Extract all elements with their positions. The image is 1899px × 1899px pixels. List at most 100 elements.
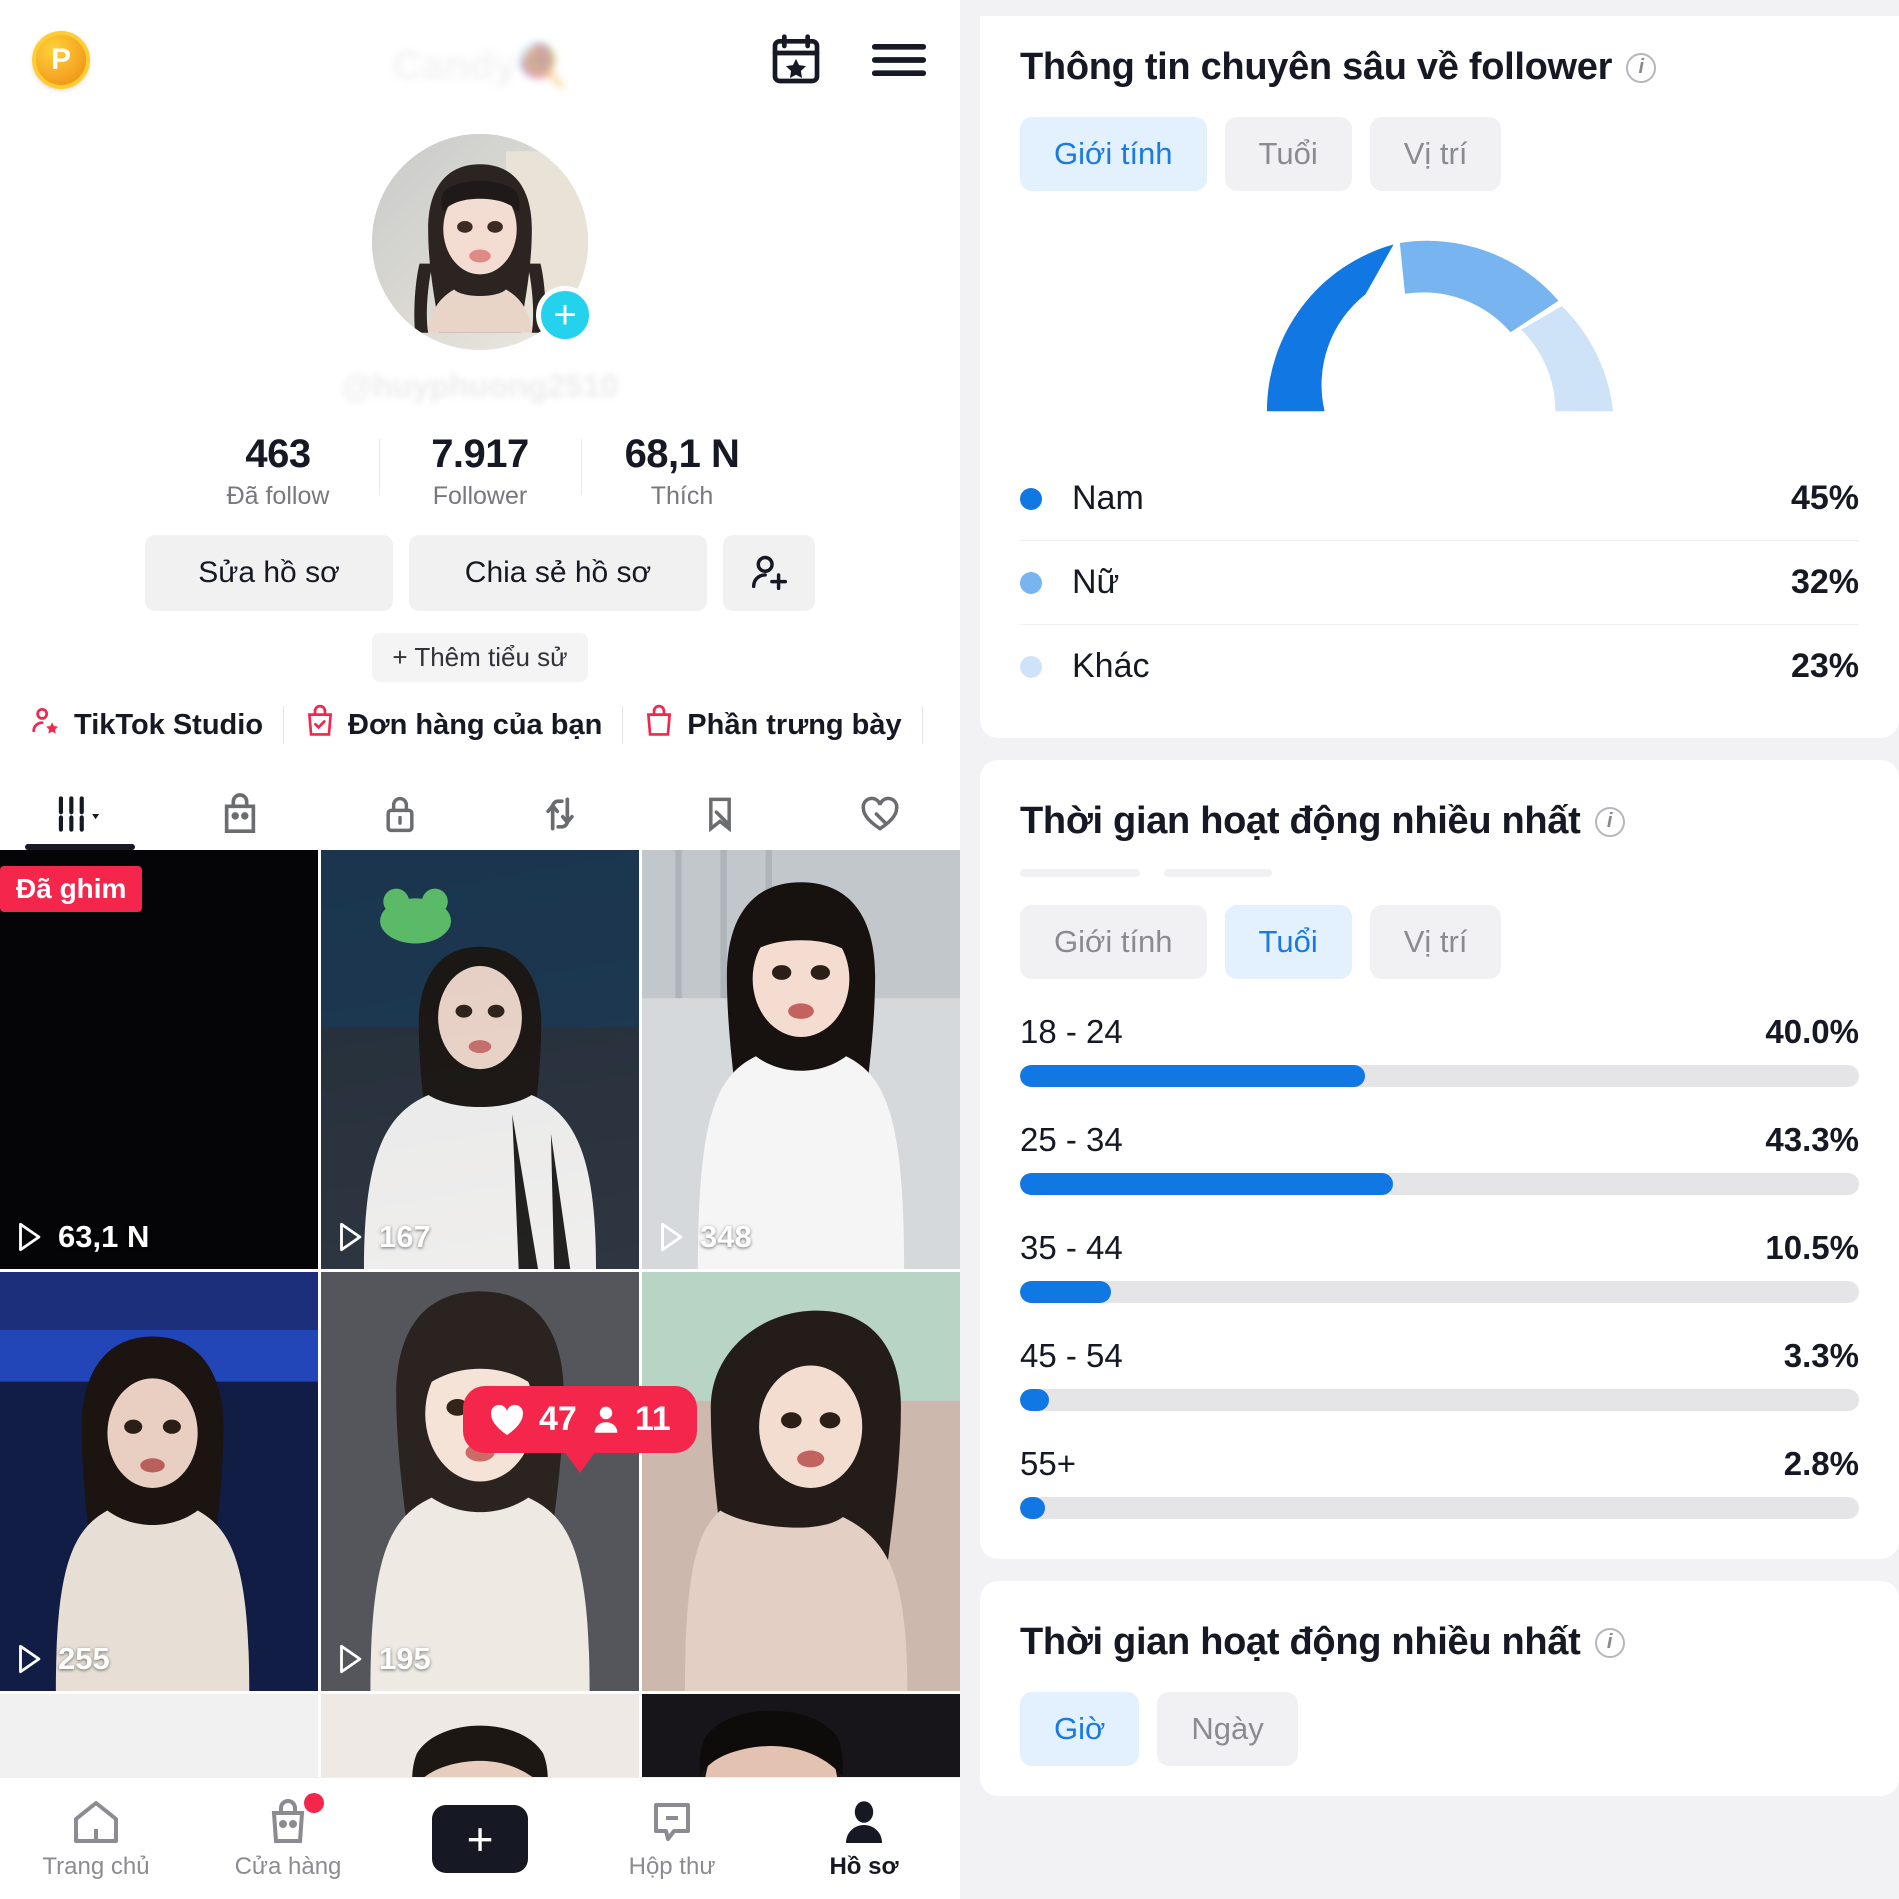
bar-track	[1020, 1173, 1859, 1195]
nav-label: Hồ sơ	[829, 1852, 899, 1880]
edit-profile-button[interactable]: Sửa hồ sơ	[145, 535, 393, 612]
tab-location[interactable]: Vị trí	[1369, 905, 1502, 979]
video-cell[interactable]: 255	[0, 1272, 318, 1692]
legend-label: Nữ	[1072, 563, 1120, 601]
info-icon[interactable]: i	[1594, 1627, 1625, 1658]
calendar-star-icon[interactable]	[768, 32, 824, 88]
gauge-segment-nam	[1266, 244, 1394, 412]
info-icon[interactable]: i	[1626, 52, 1657, 83]
tab-private[interactable]	[320, 778, 480, 850]
add-friend-button[interactable]	[723, 535, 815, 612]
bar-header: 35 - 44 10.5%	[1020, 1229, 1859, 1267]
tab-age[interactable]: Tuổi	[1224, 905, 1352, 979]
tab-hour[interactable]: Giờ	[1020, 1692, 1140, 1766]
nav-item-inbox[interactable]: Hộp thư	[576, 1797, 768, 1881]
shortcut-divider	[622, 706, 624, 745]
bar-header: 45 - 54 3.3%	[1020, 1337, 1859, 1375]
card-title-text: Thông tin chuyên sâu về follower	[1020, 46, 1613, 88]
create-plus-icon[interactable]: +	[424, 1804, 536, 1873]
most-active-age-card: Thời gian hoạt động nhiều nhất i Giới tí…	[980, 760, 1899, 1559]
video-cell[interactable]: 195	[321, 1272, 639, 1692]
video-views: 63,1 N	[14, 1219, 149, 1255]
shortcut-tiktok-studio[interactable]: TikTok Studio	[28, 704, 263, 746]
nav-item-create[interactable]: +	[384, 1804, 576, 1873]
avatar[interactable]: +	[372, 134, 594, 350]
tab-repost[interactable]	[480, 778, 640, 850]
card-title: Thời gian hoạt động nhiều nhất i	[1020, 1621, 1859, 1664]
video-cell[interactable]	[642, 1272, 960, 1692]
legend-item-khac: Khác 23%	[1020, 625, 1859, 708]
profile-action-buttons: Sửa hồ sơ Chia sẻ hồ sơ	[0, 535, 960, 612]
gender-gauge-chart	[1020, 219, 1859, 419]
menu-hamburger-icon[interactable]	[870, 38, 928, 82]
age-distribution-chart: 18 - 24 40.0% 25 - 34 43.3% 35 - 44 10.5…	[1020, 1013, 1859, 1519]
tab-location[interactable]: Vị trí	[1369, 117, 1502, 191]
info-icon[interactable]: i	[1594, 806, 1625, 837]
shortcut-your-orders[interactable]: Đơn hàng của bạn	[304, 704, 602, 746]
nav-item-profile[interactable]: Hồ sơ	[768, 1797, 960, 1881]
tab-liked-off[interactable]	[800, 778, 960, 850]
view-count: 195	[379, 1641, 431, 1677]
bar-track	[1020, 1281, 1859, 1303]
view-count: 63,1 N	[58, 1219, 150, 1255]
video-cell[interactable]: 167	[321, 850, 639, 1270]
bar-fill	[1020, 1497, 1046, 1519]
bar-value: 10.5%	[1765, 1229, 1859, 1266]
scroll-artifact-tabs	[1020, 869, 1859, 877]
person-icon	[594, 1406, 618, 1433]
bar-row: 35 - 44 10.5%	[1020, 1229, 1859, 1303]
legend-dot	[1020, 655, 1042, 678]
stat-followers[interactable]: 7.917 Follower	[379, 431, 581, 511]
stat-value: 68,1 N	[624, 432, 740, 476]
card-title: Thời gian hoạt động nhiều nhất i	[1020, 800, 1859, 843]
nav-item-home[interactable]: Trang chủ	[0, 1797, 192, 1881]
bar-header: 25 - 34 43.3%	[1020, 1121, 1859, 1159]
card-title-text: Thời gian hoạt động nhiều nhất	[1020, 1621, 1581, 1663]
semicircle-donut	[1266, 240, 1613, 412]
view-count: 348	[700, 1219, 752, 1255]
shortcut-divider	[921, 706, 923, 745]
bar-label: 55+	[1020, 1445, 1076, 1482]
stat-following[interactable]: 463 Đã follow	[177, 431, 379, 511]
order-bag-check-icon	[304, 704, 336, 746]
bar-label: 35 - 44	[1020, 1229, 1123, 1266]
inbox-icon	[654, 1802, 690, 1841]
shortcut-label: Phần trưng bày	[687, 708, 902, 741]
video-cell[interactable]: 348	[642, 850, 960, 1270]
tab-posts[interactable]	[0, 778, 160, 851]
tab-gender[interactable]: Giới tính	[1020, 905, 1207, 979]
tab-shop[interactable]	[160, 778, 320, 850]
bar-fill	[1020, 1281, 1111, 1303]
nav-label: Trang chủ	[42, 1852, 150, 1880]
shortcut-showcase[interactable]: Phần trưng bày	[643, 704, 902, 746]
tab-bookmark-off[interactable]	[640, 778, 800, 850]
gauge-segment-nu	[1399, 240, 1558, 333]
nav-item-shop[interactable]: Cửa hàng	[192, 1792, 384, 1881]
stat-label: Đã follow	[226, 482, 330, 511]
tab-day[interactable]: Ngày	[1157, 1692, 1298, 1766]
pinned-badge: Đã ghim	[0, 866, 143, 913]
bottom-navigation: Trang chủ Cửa hàng + Hộp thư Hồ sơ	[0, 1777, 960, 1899]
stat-likes[interactable]: 68,1 N Thích	[581, 431, 783, 511]
bar-label: 45 - 54	[1020, 1337, 1123, 1374]
video-cell[interactable]: Đã ghim 63,1 N	[0, 850, 318, 1270]
view-count: 167	[379, 1219, 431, 1255]
stat-value: 463	[245, 432, 311, 476]
add-bio-button[interactable]: + Thêm tiểu sử	[372, 633, 588, 683]
share-profile-button[interactable]: Chia sẻ hồ sơ	[409, 535, 707, 612]
viewer-count: 11	[634, 1400, 671, 1438]
video-views: 195	[335, 1641, 431, 1677]
stat-value: 7.917	[431, 432, 529, 476]
video-views: 167	[335, 1219, 431, 1255]
profile-shortcuts: TikTok Studio Đơn hàng của bạn Phần trưn…	[0, 704, 960, 746]
follow-plus-icon[interactable]: +	[536, 286, 594, 344]
video-views: 348	[656, 1219, 752, 1255]
bar-header: 55+ 2.8%	[1020, 1445, 1859, 1483]
home-icon	[74, 1800, 118, 1843]
tab-age[interactable]: Tuổi	[1224, 117, 1352, 191]
tiktok-profile-panel: P Candy🍭 + @huyphuong2510 463 Đã follow …	[0, 0, 960, 1899]
bar-row: 55+ 2.8%	[1020, 1445, 1859, 1519]
tab-gender[interactable]: Giới tính	[1020, 117, 1207, 191]
legend-label: Khác	[1072, 647, 1150, 685]
engagement-bubble: 47 11	[463, 1386, 697, 1453]
